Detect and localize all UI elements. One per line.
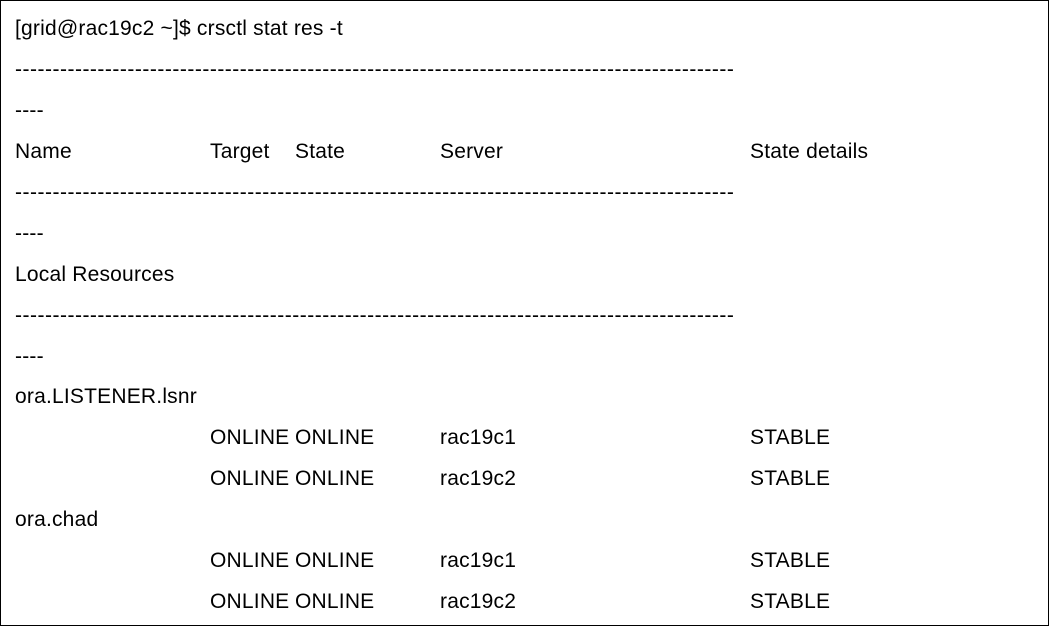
- cell-details: STABLE: [750, 418, 1034, 459]
- empty: [15, 541, 210, 582]
- divider-short: ----: [15, 214, 1034, 255]
- cell-target: ONLINE: [210, 459, 295, 500]
- empty: [15, 459, 210, 500]
- prompt-line: [grid@rac19c2 ~]$ crsctl stat res -t: [15, 9, 1034, 50]
- section-local-resources: Local Resources: [15, 255, 1034, 296]
- cell-state: ONLINE: [295, 582, 440, 623]
- cell-server: rac19c1: [440, 541, 750, 582]
- header-row: Name Target State Server State details: [15, 132, 1034, 173]
- divider: ----------------------------------------…: [15, 173, 1034, 214]
- resource-name: ora.chad: [15, 500, 1034, 541]
- cell-target: ONLINE: [210, 541, 295, 582]
- empty: [15, 418, 210, 459]
- col-header-name: Name: [15, 132, 210, 173]
- cell-details: STABLE: [750, 459, 1034, 500]
- col-header-state: State: [295, 132, 440, 173]
- cell-target: ONLINE: [210, 582, 295, 623]
- table-row: ONLINE ONLINE rac19c2 STABLE: [15, 459, 1034, 500]
- table-row: ONLINE ONLINE rac19c1 STABLE: [15, 418, 1034, 459]
- col-header-details: State details: [750, 132, 1034, 173]
- cell-state: ONLINE: [295, 418, 440, 459]
- cell-details: STABLE: [750, 582, 1034, 623]
- divider: ----------------------------------------…: [15, 296, 1034, 337]
- empty: [15, 582, 210, 623]
- cell-target: ONLINE: [210, 418, 295, 459]
- cell-server: rac19c2: [440, 582, 750, 623]
- terminal-output: [grid@rac19c2 ~]$ crsctl stat res -t ---…: [0, 0, 1049, 626]
- divider: ----------------------------------------…: [15, 50, 1034, 91]
- col-header-server: Server: [440, 132, 750, 173]
- cell-state: ONLINE: [295, 459, 440, 500]
- table-row: ONLINE ONLINE rac19c2 STABLE: [15, 582, 1034, 623]
- resource-name: ora.LISTENER.lsnr: [15, 377, 1034, 418]
- cell-state: ONLINE: [295, 541, 440, 582]
- table-row: ONLINE ONLINE rac19c1 STABLE: [15, 541, 1034, 582]
- col-header-target: Target: [210, 132, 295, 173]
- cell-details: STABLE: [750, 541, 1034, 582]
- divider-short: ----: [15, 91, 1034, 132]
- cell-server: rac19c1: [440, 418, 750, 459]
- divider-short: ----: [15, 337, 1034, 378]
- cell-server: rac19c2: [440, 459, 750, 500]
